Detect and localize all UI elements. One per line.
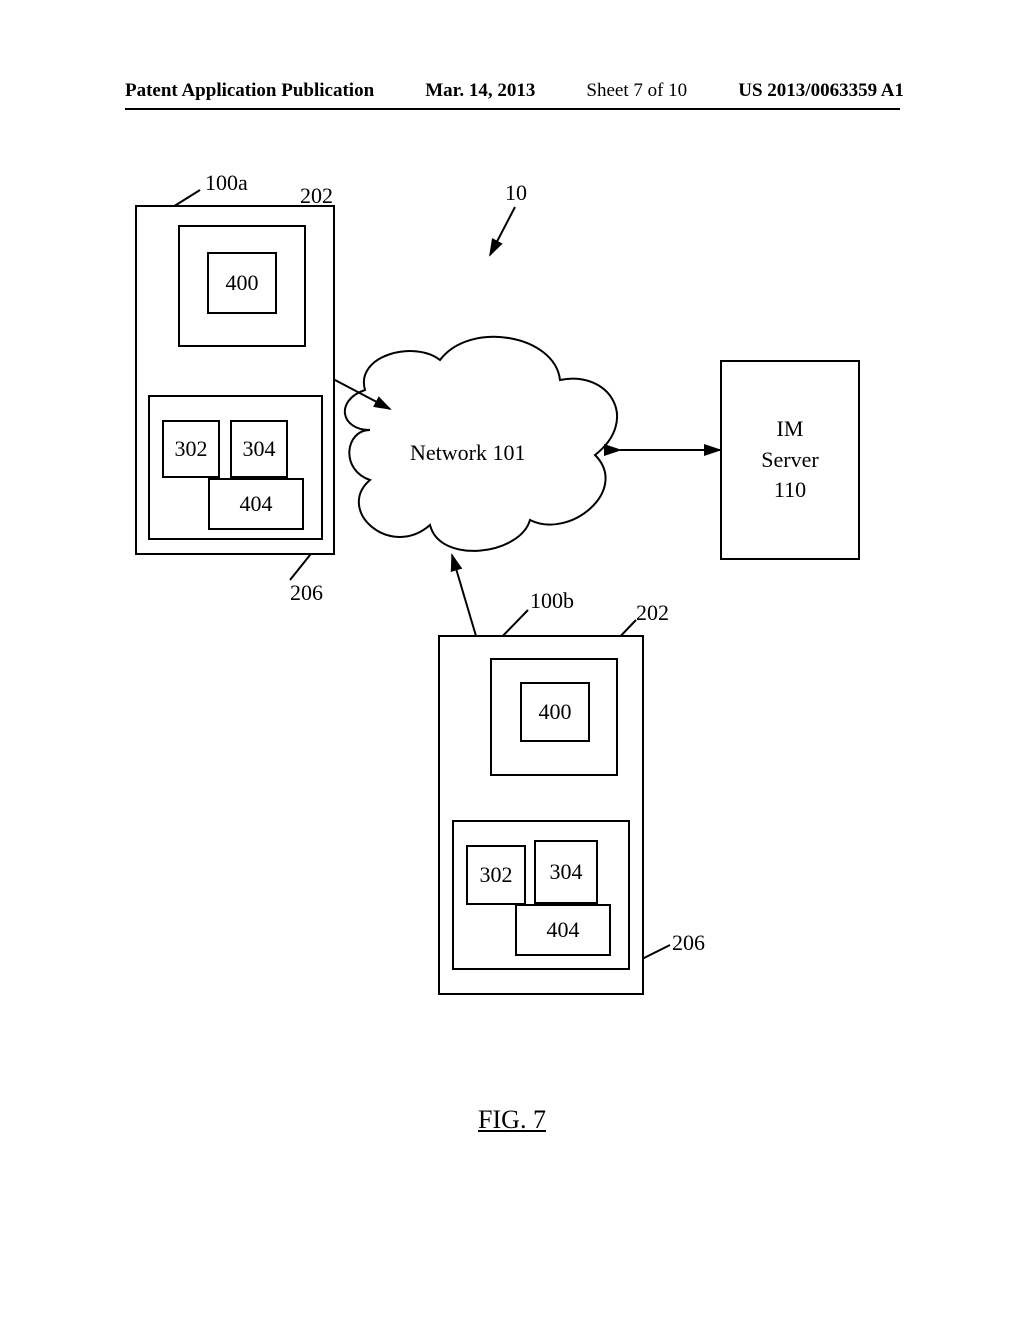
im-server-label-3: 110 — [761, 475, 818, 506]
ref-100b: 100b — [530, 588, 574, 614]
im-server-label-2: Server — [761, 445, 818, 476]
device-a-box-400: 400 — [207, 252, 277, 314]
ref-206-b: 206 — [672, 930, 705, 956]
ref-206-a: 206 — [290, 580, 323, 606]
page: Patent Application Publication Mar. 14, … — [0, 0, 1024, 1320]
page-header: Patent Application Publication Mar. 14, … — [125, 80, 904, 102]
device-a-box-302: 302 — [162, 420, 220, 478]
pub-number: US 2013/0063359 A1 — [738, 80, 904, 102]
network-cloud-label: Network 101 — [410, 440, 525, 466]
device-b-box-404: 404 — [515, 904, 611, 956]
pub-date: Mar. 14, 2013 — [425, 80, 535, 102]
device-b-box-304: 304 — [534, 840, 598, 904]
ref-202-b: 202 — [636, 600, 669, 626]
sheet-number: Sheet 7 of 10 — [586, 80, 687, 102]
ref-202-a: 202 — [300, 183, 333, 209]
device-b-box-302: 302 — [466, 845, 526, 905]
device-a-box-404: 404 — [208, 478, 304, 530]
figure-caption: FIG. 7 — [0, 1105, 1024, 1135]
ref-100a: 100a — [205, 170, 248, 196]
header-rule — [125, 108, 900, 110]
pub-type: Patent Application Publication — [125, 80, 374, 102]
ref-10: 10 — [505, 180, 527, 206]
device-a-box-304: 304 — [230, 420, 288, 478]
device-b-box-400: 400 — [520, 682, 590, 742]
im-server: IM Server 110 — [720, 360, 860, 560]
im-server-label-1: IM — [761, 414, 818, 445]
